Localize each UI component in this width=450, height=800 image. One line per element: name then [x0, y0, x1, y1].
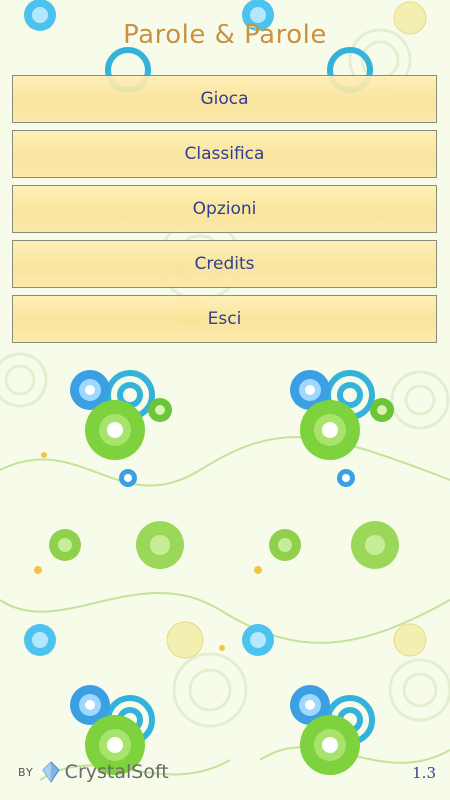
options-button[interactable]: Opzioni — [12, 185, 437, 233]
leaderboard-button[interactable]: Classifica — [12, 130, 437, 178]
brand-name: CrystalSoft — [64, 761, 169, 783]
main-menu: Gioca Classifica Opzioni Credits Esci — [12, 75, 437, 350]
credits-button[interactable]: Credits — [12, 240, 437, 288]
play-button[interactable]: Gioca — [12, 75, 437, 123]
by-label: BY — [18, 765, 34, 779]
version-label: 1.3 — [412, 764, 436, 782]
exit-button[interactable]: Esci — [12, 295, 437, 343]
app-title: Parole & Parole — [123, 20, 327, 50]
developer-logo: BY CrystalSoft — [18, 757, 169, 787]
crystal-icon — [42, 761, 60, 783]
